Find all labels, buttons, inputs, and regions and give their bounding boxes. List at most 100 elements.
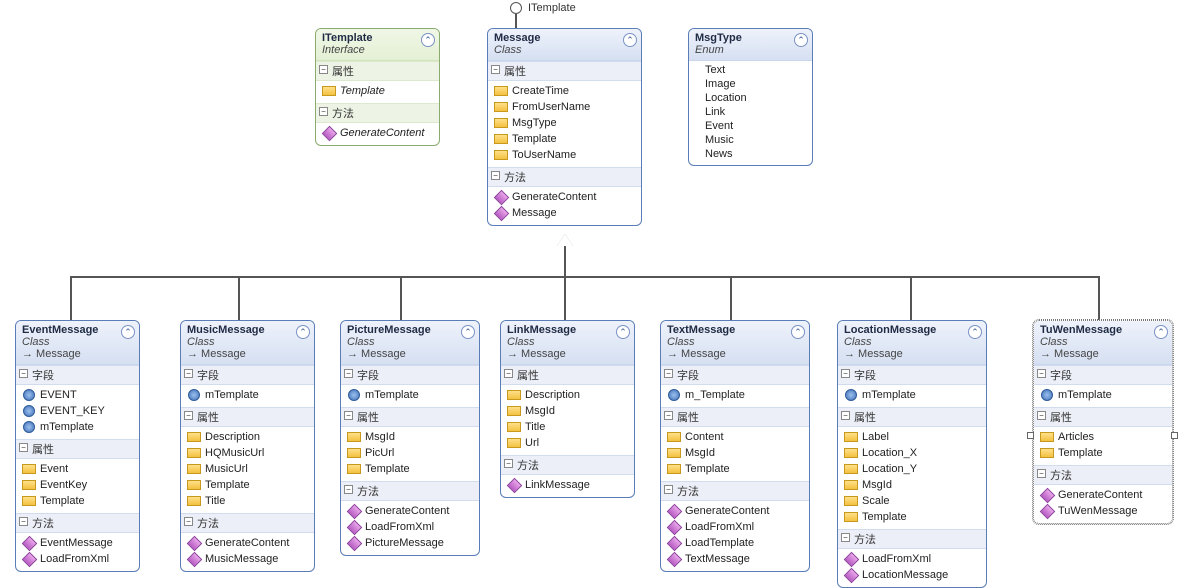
member-row[interactable]: Template — [20, 493, 137, 509]
member-row[interactable]: mTemplate — [1038, 387, 1170, 403]
collapse-icon[interactable]: ⌃ — [616, 325, 630, 339]
member-row[interactable]: Template — [665, 461, 807, 477]
collapse-icon[interactable]: ⌃ — [794, 33, 808, 47]
collapse-icon[interactable]: ⌃ — [1154, 325, 1168, 339]
enum-value[interactable]: News — [703, 147, 810, 161]
member-row[interactable]: Event — [20, 461, 137, 477]
member-label: MsgId — [525, 405, 555, 417]
section-props: −属性 — [316, 61, 439, 81]
enum-value[interactable]: Music — [703, 133, 810, 147]
member-row[interactable]: EVENT_KEY — [20, 403, 137, 419]
member-label: Location_X — [862, 447, 917, 459]
member-row[interactable]: mTemplate — [20, 419, 137, 435]
member-row[interactable]: MusicUrl — [185, 461, 312, 477]
member-row[interactable]: FromUserName — [492, 99, 639, 115]
member-row[interactable]: PictureMessage — [345, 535, 477, 551]
inherit-arrow — [557, 234, 573, 246]
member-row[interactable]: LoadFromXml — [345, 519, 477, 535]
member-row[interactable]: GenerateContent — [492, 189, 639, 205]
member-row[interactable]: LocationMessage — [842, 567, 984, 583]
member-row[interactable]: LinkMessage — [505, 477, 632, 493]
member-row[interactable]: Location_Y — [842, 461, 984, 477]
enum-value[interactable]: Image — [703, 77, 810, 91]
member-label: GenerateContent — [205, 537, 289, 549]
member-row[interactable]: GenerateContent — [665, 503, 807, 519]
resize-handle[interactable] — [1171, 432, 1178, 439]
member-row[interactable]: Template — [320, 83, 437, 99]
member-row[interactable]: Title — [505, 419, 632, 435]
class-tuwen[interactable]: TuWenMessage Class → Message ⌃ −字段 mTemp… — [1033, 320, 1173, 524]
member-row[interactable]: Location_X — [842, 445, 984, 461]
collapse-icon[interactable]: ⌃ — [421, 33, 435, 47]
member-row[interactable]: LoadFromXml — [20, 551, 137, 567]
member-row[interactable]: Template — [492, 131, 639, 147]
collapse-icon[interactable]: ⌃ — [791, 325, 805, 339]
member-row[interactable]: ToUserName — [492, 147, 639, 163]
itemplate-subtitle: Interface — [322, 44, 433, 56]
member-row[interactable]: Articles — [1038, 429, 1170, 445]
class-itemplate[interactable]: ITemplate Interface ⌃ −属性 Template −方法 G… — [315, 28, 440, 146]
member-row[interactable]: Url — [505, 435, 632, 451]
member-row[interactable]: Content — [665, 429, 807, 445]
member-row[interactable]: mTemplate — [345, 387, 477, 403]
collapse-icon[interactable]: ⌃ — [461, 325, 475, 339]
resize-handle[interactable] — [1027, 432, 1034, 439]
collapse-icon[interactable]: ⌃ — [968, 325, 982, 339]
member-label: m_Template — [685, 389, 745, 401]
member-row[interactable]: TuWenMessage — [1038, 503, 1170, 519]
member-row[interactable]: LoadTemplate — [665, 535, 807, 551]
member-row[interactable]: MsgId — [345, 429, 477, 445]
member-row[interactable]: Description — [185, 429, 312, 445]
member-row[interactable]: MsgId — [505, 403, 632, 419]
class-location[interactable]: LocationMessage Class → Message ⌃ −字段 mT… — [837, 320, 987, 588]
method-icon — [187, 552, 201, 566]
enum-msgtype[interactable]: MsgType Enum ⌃ TextImageLocationLinkEven… — [688, 28, 813, 166]
member-row[interactable]: Template — [1038, 445, 1170, 461]
enum-value[interactable]: Location — [703, 91, 810, 105]
method-icon — [494, 190, 508, 204]
member-row[interactable]: MsgId — [665, 445, 807, 461]
member-row[interactable]: Template — [185, 477, 312, 493]
member-row[interactable]: LoadFromXml — [665, 519, 807, 535]
member-row[interactable]: MsgType — [492, 115, 639, 131]
member-row[interactable]: mTemplate — [842, 387, 984, 403]
class-event[interactable]: EventMessage Class → Message ⌃ −字段 EVENT… — [15, 320, 140, 572]
collapse-icon[interactable]: ⌃ — [121, 325, 135, 339]
member-row[interactable]: EventKey — [20, 477, 137, 493]
enum-value[interactable]: Link — [703, 105, 810, 119]
member-row[interactable]: HQMusicUrl — [185, 445, 312, 461]
member-row[interactable]: Description — [505, 387, 632, 403]
class-music[interactable]: MusicMessage Class → Message ⌃ −字段 mTemp… — [180, 320, 315, 572]
member-row[interactable]: LoadFromXml — [842, 551, 984, 567]
class-link[interactable]: LinkMessage Class → Message ⌃ −属性 Descri… — [500, 320, 635, 498]
member-row[interactable]: m_Template — [665, 387, 807, 403]
class-picture[interactable]: PictureMessage Class → Message ⌃ −字段 mTe… — [340, 320, 480, 556]
member-row[interactable]: Message — [492, 205, 639, 221]
member-row[interactable]: TextMessage — [665, 551, 807, 567]
class-message[interactable]: Message Class ⌃ −属性 CreateTime FromUserN… — [487, 28, 642, 226]
enum-value[interactable]: Event — [703, 119, 810, 133]
member-row[interactable]: Scale — [842, 493, 984, 509]
member-row[interactable]: Label — [842, 429, 984, 445]
member-row[interactable]: Title — [185, 493, 312, 509]
lollipop-label: ITemplate — [528, 2, 576, 14]
member-row[interactable]: CreateTime — [492, 83, 639, 99]
member-row[interactable]: Template — [345, 461, 477, 477]
enum-value[interactable]: Text — [703, 63, 810, 77]
member-row[interactable]: EVENT — [20, 387, 137, 403]
member-row[interactable]: GenerateContent — [345, 503, 477, 519]
member-row[interactable]: MusicMessage — [185, 551, 312, 567]
method-icon — [1040, 504, 1054, 518]
member-row[interactable]: MsgId — [842, 477, 984, 493]
member-row[interactable]: GenerateContent — [185, 535, 312, 551]
collapse-icon[interactable]: ⌃ — [296, 325, 310, 339]
member-label: LoadFromXml — [862, 553, 931, 565]
member-row[interactable]: PicUrl — [345, 445, 477, 461]
member-row[interactable]: Template — [842, 509, 984, 525]
class-text[interactable]: TextMessage Class → Message ⌃ −字段 m_Temp… — [660, 320, 810, 572]
member-row[interactable]: EventMessage — [20, 535, 137, 551]
collapse-icon[interactable]: ⌃ — [623, 33, 637, 47]
member-row[interactable]: GenerateContent — [320, 125, 437, 141]
member-row[interactable]: GenerateContent — [1038, 487, 1170, 503]
member-row[interactable]: mTemplate — [185, 387, 312, 403]
